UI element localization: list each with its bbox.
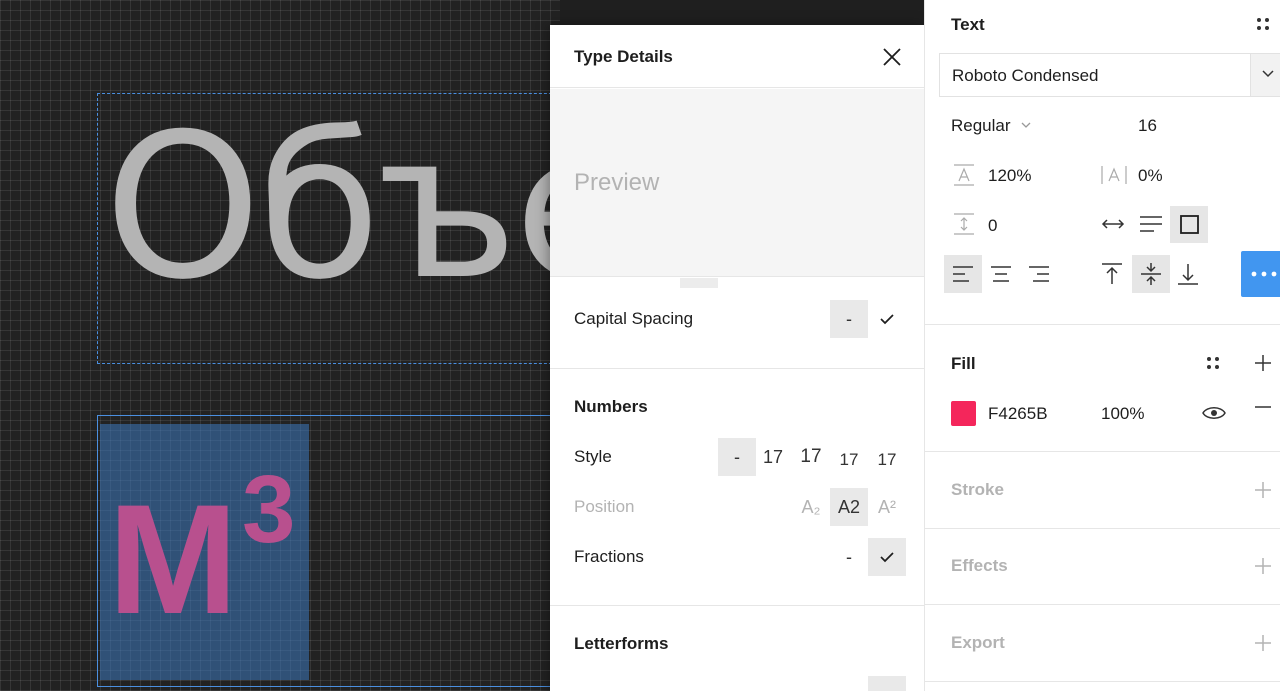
- section-divider: [550, 368, 924, 369]
- fractions-off-button[interactable]: -: [830, 538, 868, 576]
- check-icon: [880, 314, 894, 325]
- position-subscript-button[interactable]: A₂: [792, 488, 830, 526]
- eye-icon[interactable]: [1202, 405, 1226, 421]
- fill-hex-input[interactable]: F4265B: [988, 404, 1048, 424]
- number-style-label: Style: [574, 447, 612, 466]
- font-family-dropdown-toggle[interactable]: [1250, 54, 1280, 96]
- minus-icon[interactable]: [1254, 405, 1272, 409]
- section-divider: [925, 681, 1280, 682]
- align-middle-icon: [1141, 263, 1161, 285]
- align-middle-button[interactable]: [1132, 255, 1170, 293]
- line-height-input[interactable]: 120%: [988, 166, 1031, 186]
- fixed-size-icon: [1180, 215, 1199, 234]
- position-normal-button[interactable]: A2: [830, 488, 868, 526]
- headline-text-layer[interactable]: Объе: [104, 108, 560, 308]
- section-divider: [925, 451, 1280, 452]
- letter-spacing-icon: [1101, 166, 1127, 184]
- capital-spacing-off-button[interactable]: -: [830, 300, 868, 338]
- font-family-value: Roboto Condensed: [952, 66, 1099, 85]
- fractions-on-button[interactable]: [868, 538, 906, 576]
- number-style-default-button[interactable]: -: [718, 438, 756, 476]
- plus-icon[interactable]: [1254, 634, 1272, 652]
- partial-option-button[interactable]: [680, 278, 718, 288]
- type-details-header: Type Details: [550, 25, 924, 88]
- number-style-tabular-button[interactable]: 17: [792, 438, 830, 476]
- section-divider: [925, 528, 1280, 529]
- more-icon: [1251, 271, 1277, 277]
- preview-text: Preview: [574, 169, 660, 196]
- type-details-button[interactable]: [1241, 251, 1280, 297]
- align-right-icon[interactable]: [1028, 265, 1050, 283]
- letter-spacing-input[interactable]: 0%: [1138, 166, 1163, 186]
- paragraph-spacing-input[interactable]: 0: [988, 216, 997, 236]
- properties-panel: Text Roboto Condensed Regular 16 120% 0%…: [924, 0, 1280, 691]
- type-preview-area: Preview: [550, 89, 924, 277]
- fill-section-title: Fill: [951, 354, 976, 373]
- numbers-section-title: Numbers: [574, 397, 648, 416]
- section-divider: [550, 605, 924, 606]
- auto-height-icon[interactable]: [1139, 215, 1163, 233]
- fill-opacity-input[interactable]: 100%: [1101, 404, 1144, 424]
- line-height-icon: [954, 164, 974, 186]
- position-superscript-button[interactable]: A²: [868, 488, 906, 526]
- type-details-panel: Type Details Preview Capital Spacing - N…: [550, 25, 924, 691]
- text-section-title: Text: [951, 15, 985, 34]
- number-style-lining-button[interactable]: 17: [756, 438, 790, 476]
- ligatures-on-button[interactable]: [868, 676, 906, 691]
- chevron-down-icon[interactable]: [1021, 122, 1031, 129]
- style-dots-icon[interactable]: [1205, 355, 1221, 371]
- plus-icon[interactable]: [1254, 354, 1272, 372]
- position-label: Position: [574, 497, 635, 516]
- export-section-title: Export: [951, 633, 1005, 652]
- align-center-icon[interactable]: [990, 265, 1012, 283]
- stroke-section-title: Stroke: [951, 480, 1004, 499]
- effects-section-title: Effects: [951, 556, 1008, 575]
- paragraph-spacing-icon: [954, 213, 974, 235]
- formula-base-text[interactable]: M: [108, 482, 238, 638]
- number-style-oldstyle-button[interactable]: 17: [832, 441, 866, 479]
- letterforms-section-title: Letterforms: [574, 634, 669, 653]
- capital-spacing-on-button[interactable]: [868, 300, 906, 338]
- capital-spacing-label: Capital Spacing: [574, 309, 694, 328]
- align-left-icon: [953, 266, 973, 282]
- align-left-button[interactable]: [944, 255, 982, 293]
- type-details-title: Type Details: [574, 47, 673, 66]
- close-icon[interactable]: [880, 45, 904, 69]
- align-bottom-icon[interactable]: [1177, 262, 1199, 286]
- font-family-select[interactable]: Roboto Condensed: [939, 53, 1280, 97]
- chevron-down-icon: [1262, 70, 1274, 78]
- fractions-label: Fractions: [574, 547, 644, 566]
- style-dots-icon[interactable]: [1255, 16, 1271, 32]
- plus-icon[interactable]: [1254, 557, 1272, 575]
- align-top-icon[interactable]: [1101, 262, 1123, 286]
- number-style-oldstyle-tabular-button[interactable]: 17: [868, 441, 906, 479]
- formula-superscript-text[interactable]: 3: [242, 462, 295, 558]
- plus-icon[interactable]: [1254, 481, 1272, 499]
- font-weight-select[interactable]: Regular: [951, 116, 1011, 136]
- check-icon: [880, 552, 894, 563]
- design-canvas[interactable]: Объе M 3: [0, 0, 560, 691]
- section-divider: [925, 324, 1280, 325]
- auto-width-icon[interactable]: [1101, 215, 1125, 233]
- section-divider: [925, 604, 1280, 605]
- fill-color-swatch[interactable]: [951, 401, 976, 426]
- fixed-size-button[interactable]: [1170, 206, 1208, 243]
- font-size-input[interactable]: 16: [1138, 116, 1157, 136]
